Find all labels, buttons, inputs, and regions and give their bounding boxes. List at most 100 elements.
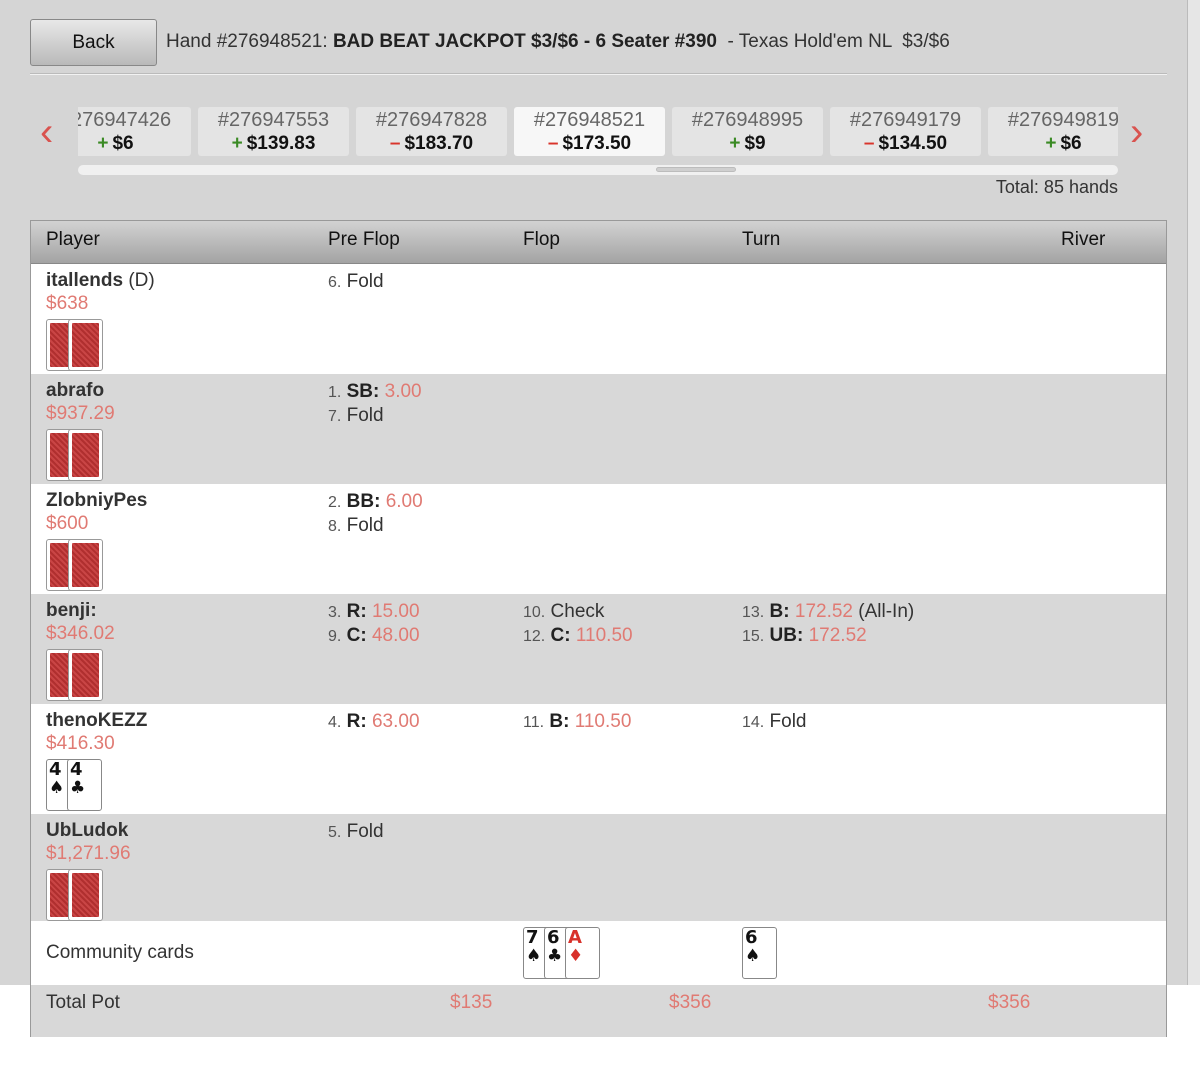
header-player: Player xyxy=(46,229,100,250)
action-line: 1. SB: 3.00 xyxy=(328,380,422,404)
hand-title: Hand #276948521: BAD BEAT JACKPOT $3/$6 … xyxy=(166,31,950,53)
action-line: 10. Check xyxy=(523,600,633,624)
hand-tile[interactable]: #276948521– $173.50 xyxy=(514,107,665,156)
hand-tile-amount: + $6 xyxy=(78,133,191,155)
action-number: 11. xyxy=(523,714,545,731)
card-suit: ♠ xyxy=(745,946,761,966)
hand-tile-value: $183.70 xyxy=(404,133,474,154)
hand-tile[interactable]: #276947553 + $139.83 xyxy=(198,107,349,156)
hand-tile-sign: – xyxy=(863,133,875,154)
preflop-actions: 4. R: 63.00 xyxy=(328,710,420,734)
card-rank: A xyxy=(568,927,582,948)
action-amount: 63.00 xyxy=(371,711,420,732)
action-kind: B: xyxy=(769,601,790,622)
community-cards-label: Community cards xyxy=(46,942,194,963)
hand-tile-value: $134.50 xyxy=(878,133,948,154)
hand-tile[interactable]: #276948995 + $9 xyxy=(672,107,823,156)
dealer-marker: (D) xyxy=(123,270,155,291)
action-text: Fold xyxy=(346,271,384,292)
action-amount: 110.50 xyxy=(574,711,632,732)
flop-actions: 10. Check 12. C: 110.50 xyxy=(523,600,633,648)
action-number: 7. xyxy=(328,408,342,425)
playing-card: A ♦ xyxy=(565,927,600,979)
action-amount: 15.00 xyxy=(371,601,420,622)
pot-turn: $356 xyxy=(988,992,1031,1013)
hand-tile-value: $139.83 xyxy=(246,133,316,154)
action-text: Fold xyxy=(769,711,807,732)
flop-actions: 11. B: 110.50 xyxy=(523,710,631,734)
hand-strip-scrollbar[interactable] xyxy=(78,165,1118,175)
action-number: 10. xyxy=(523,604,546,621)
chevron-right-icon[interactable]: › xyxy=(1130,112,1143,152)
action-amount: 6.00 xyxy=(385,491,423,512)
hand-tile[interactable]: #276947828– $183.70 xyxy=(356,107,507,156)
player-row: thenoKEZZ $416.30 4 ♠ 4 ♣ 4. R: 63.00 11. B: 11… xyxy=(31,704,1166,814)
hand-tile[interactable]: #276949179– $134.50 xyxy=(830,107,981,156)
action-amount: 172.52 xyxy=(794,601,853,622)
hand-history-table: Player Pre Flop Flop Turn River itallend… xyxy=(30,220,1167,1037)
hand-strip[interactable]: #276947426+$6#276947553+$139.83#27694782… xyxy=(78,107,1118,157)
chevron-left-icon[interactable]: ‹ xyxy=(40,112,53,152)
action-number: 12. xyxy=(523,628,546,645)
card-back xyxy=(68,869,103,921)
card-back xyxy=(68,319,103,371)
hand-tile-id: #276949819 xyxy=(1007,109,1118,131)
hand-tile-id: #276948521 xyxy=(533,109,646,131)
hand-tile-amount: + $9 xyxy=(672,133,823,155)
hand-title-table: BAD BEAT JACKPOT $3/$6 - 6 Seater #390 xyxy=(332,31,717,52)
header-divider xyxy=(30,73,1167,75)
hole-cards xyxy=(46,429,104,481)
player-stack: $1,271.96 xyxy=(46,843,131,864)
action-kind: C: xyxy=(550,625,571,646)
action-line: 11. B: 110.50 xyxy=(523,710,631,734)
action-line: 7. Fold xyxy=(328,404,422,428)
action-text: Fold xyxy=(346,821,384,842)
player-name-text: ZlobniyPes xyxy=(46,490,148,511)
action-line: 6. Fold xyxy=(328,270,384,294)
hand-tile-sign: + xyxy=(97,133,109,154)
header-river: River xyxy=(1061,229,1106,250)
hand-tile[interactable]: #276947426+$6 xyxy=(78,107,191,156)
action-number: 14. xyxy=(742,714,765,731)
card-suit: ♦ xyxy=(568,946,584,966)
action-kind: BB: xyxy=(346,491,381,512)
action-text: Check xyxy=(550,601,605,622)
action-line: 2. BB: 6.00 xyxy=(328,490,423,514)
hand-tile-sign: + xyxy=(231,133,243,154)
hand-strip-list: #276947426+$6#276947553+$139.83#27694782… xyxy=(78,107,1118,156)
action-line: 15. UB: 172.52 xyxy=(742,624,914,648)
player-name-text: benji: xyxy=(46,600,97,621)
hand-tile-id: #276947828 xyxy=(375,109,488,131)
player-stack: $937.29 xyxy=(46,403,115,424)
community-cards-row: Community cards 7 ♠ 6 ♣ A ♦ 6 ♠ xyxy=(31,921,1166,985)
action-number: 4. xyxy=(328,714,342,731)
hand-tile-amount: + $6 xyxy=(988,133,1118,155)
hand-tile-sign: + xyxy=(1045,133,1057,154)
hand-tile-sign: + xyxy=(729,133,741,154)
preflop-actions: 3. R: 15.00 9. C: 48.00 xyxy=(328,600,420,648)
player-stack: $416.30 xyxy=(46,733,115,754)
scrollbar-thumb[interactable] xyxy=(656,167,736,172)
action-number: 15. xyxy=(742,628,765,645)
pot-flop: $356 xyxy=(669,992,712,1013)
player-name: itallends (D) xyxy=(46,270,155,292)
hand-tile[interactable]: #276949819 + $6 xyxy=(988,107,1118,156)
total-hands-label: Total: 85 hands xyxy=(995,177,1118,197)
hand-tile-amount: – $134.50 xyxy=(830,133,981,155)
hole-cards xyxy=(46,319,104,371)
action-number: 3. xyxy=(328,604,342,621)
action-kind: UB: xyxy=(769,625,804,646)
player-row: abrafo $937.29 1. SB: 3.00 7. Fold xyxy=(31,374,1166,484)
hand-tile-value: $6 xyxy=(1060,133,1082,154)
player-stack: $638 xyxy=(46,293,89,314)
action-number: 1. xyxy=(328,384,342,401)
action-kind: SB: xyxy=(346,381,380,402)
player-stack: $600 xyxy=(46,513,89,534)
hand-tile-id: #276949179 xyxy=(849,109,962,131)
total-pot-label: Total Pot xyxy=(46,992,120,1013)
preflop-actions: 6. Fold xyxy=(328,270,384,294)
hand-tile-amount: – $183.70 xyxy=(356,133,507,155)
back-button[interactable]: Back xyxy=(30,19,157,66)
player-row: ZlobniyPes $600 2. BB: 6.00 8. Fold xyxy=(31,484,1166,594)
playing-card: 4 ♣ xyxy=(67,759,102,811)
